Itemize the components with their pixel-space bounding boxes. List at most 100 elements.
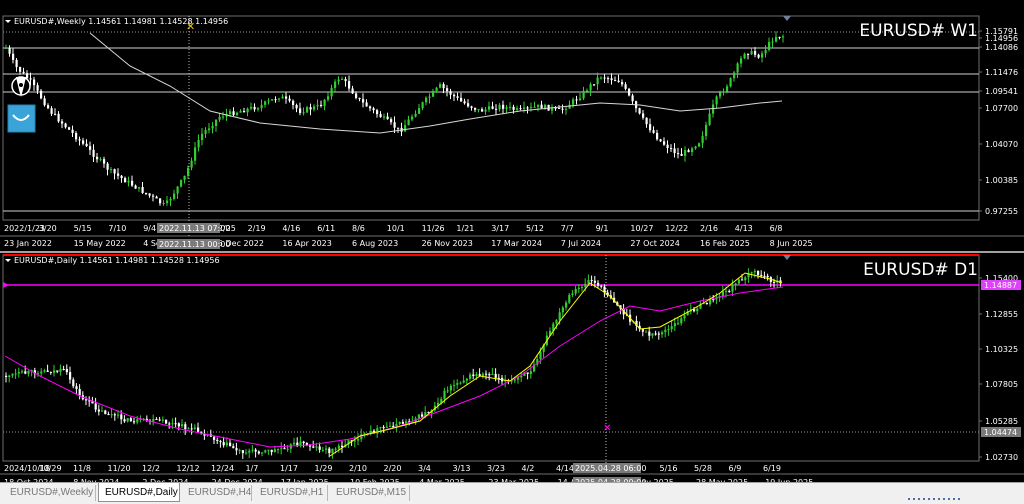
candle-body bbox=[561, 108, 564, 110]
candle-body bbox=[593, 280, 596, 283]
daily-chart-window[interactable]: ✕ EURUSD#,Daily 1.14561 1.14981 1.14528 … bbox=[0, 253, 1024, 493]
candle-body bbox=[323, 99, 326, 106]
candle-body bbox=[488, 374, 491, 376]
price-label: 1.05285 bbox=[985, 417, 1018, 426]
candle-body bbox=[254, 449, 257, 452]
candle-body bbox=[526, 372, 529, 374]
candle-body bbox=[760, 274, 763, 276]
time-tick-label: 4/2 bbox=[522, 464, 535, 473]
candle-body bbox=[754, 51, 757, 55]
price-label: 1.00385 bbox=[985, 176, 1018, 185]
candle-body bbox=[485, 373, 488, 375]
candle-body bbox=[645, 117, 648, 125]
candle-body bbox=[292, 100, 295, 105]
candle-body bbox=[750, 51, 753, 55]
candle-body bbox=[600, 77, 603, 79]
candle-body bbox=[664, 329, 667, 333]
candle-body bbox=[663, 141, 666, 145]
chart-workspace[interactable]: ✕ EURUSD#,Weekly 1.14561 1.14981 1.14528… bbox=[0, 0, 1024, 504]
candle-body bbox=[761, 53, 764, 58]
candle-body bbox=[459, 382, 462, 384]
tab-eurusd-h4[interactable]: EURUSD#,H4 bbox=[182, 485, 252, 501]
candle-body bbox=[53, 370, 56, 373]
candle-body bbox=[750, 272, 753, 274]
daily-header: EURUSD#,Daily 1.14561 1.14981 1.14528 1.… bbox=[14, 256, 220, 265]
time-tick-label: 5/16 bbox=[660, 464, 678, 473]
candle-body bbox=[57, 113, 60, 122]
candle-body bbox=[78, 389, 81, 396]
price-label: 1.14956 bbox=[985, 34, 1018, 43]
candle-body bbox=[652, 130, 655, 133]
candle-body bbox=[117, 173, 120, 176]
candle-body bbox=[369, 106, 372, 109]
candle-body bbox=[725, 290, 728, 292]
candle-body bbox=[475, 374, 478, 377]
candle-body bbox=[712, 299, 715, 301]
candle-body bbox=[173, 193, 176, 199]
candle-body bbox=[54, 113, 57, 115]
candle-body bbox=[110, 414, 113, 416]
crosshair-marker-icon: ✕ bbox=[603, 423, 611, 434]
candle-body bbox=[617, 80, 620, 83]
svg-text:1.04474: 1.04474 bbox=[984, 428, 1017, 437]
candle-body bbox=[216, 439, 219, 441]
window-splitter[interactable] bbox=[0, 251, 1024, 253]
candle-body bbox=[753, 271, 756, 273]
candle-body bbox=[351, 88, 354, 94]
candle-body bbox=[15, 59, 18, 68]
tab-eurusd-h1[interactable]: EURUSD#,H1 bbox=[254, 485, 328, 501]
candle-body bbox=[85, 143, 88, 147]
candle-body bbox=[456, 383, 459, 385]
time-tick-label: 3/23 bbox=[487, 464, 505, 473]
candle-body bbox=[97, 409, 100, 412]
time-tick-label: 2/19 bbox=[248, 224, 266, 233]
candle-body bbox=[586, 90, 589, 92]
candle-body bbox=[719, 92, 722, 97]
candle-body bbox=[99, 159, 102, 161]
candle-body bbox=[29, 78, 32, 80]
time-tick-label: 5/28 bbox=[694, 464, 712, 473]
candle-body bbox=[731, 285, 734, 292]
candle-body bbox=[421, 414, 424, 417]
resize-grip-icon[interactable] bbox=[908, 498, 968, 502]
weekly-chart-window[interactable]: ✕ EURUSD#,Weekly 1.14561 1.14981 1.14528… bbox=[0, 11, 1024, 251]
candle-body bbox=[94, 403, 97, 410]
tab-eurusd-m15[interactable]: EURUSD#,M15 bbox=[330, 485, 410, 501]
tab-eurusd-daily[interactable]: EURUSD#,Daily bbox=[98, 483, 180, 502]
candle-body bbox=[64, 123, 67, 128]
candle-body bbox=[155, 196, 158, 199]
candle-body bbox=[673, 148, 676, 154]
candle-body bbox=[264, 450, 267, 453]
candle-body bbox=[467, 103, 470, 107]
candle-body bbox=[138, 187, 141, 189]
candle-body bbox=[526, 107, 529, 109]
chart-tab-bar: EURUSD#,Weekly EURUSD#,Daily EURUSD#,H4 … bbox=[0, 482, 1024, 504]
candle-body bbox=[705, 303, 708, 305]
time-tick-label: 2/10 bbox=[349, 464, 367, 473]
smile-icon[interactable] bbox=[7, 104, 36, 133]
candle-body bbox=[705, 124, 708, 137]
candle-body bbox=[565, 108, 568, 110]
candle-body bbox=[176, 186, 179, 194]
candle-body bbox=[645, 331, 648, 333]
candle-body bbox=[737, 279, 740, 284]
candle-body bbox=[379, 114, 382, 118]
candle-body bbox=[120, 414, 123, 420]
candle-body bbox=[141, 187, 144, 193]
candle-body bbox=[318, 446, 321, 450]
time-tick-label: 5/15 bbox=[74, 224, 92, 233]
candle-body bbox=[190, 428, 193, 430]
candle-body bbox=[667, 329, 670, 331]
candle-body bbox=[642, 113, 645, 118]
candle-body bbox=[148, 193, 151, 196]
candle-body bbox=[362, 99, 365, 103]
date-label: 17 Mar 2024 bbox=[491, 239, 542, 248]
daily-current-price-tag: 1.14887 bbox=[981, 280, 1021, 290]
tab-eurusd-weekly[interactable]: EURUSD#,Weekly bbox=[4, 485, 96, 501]
candle-body bbox=[236, 112, 239, 116]
candle-body bbox=[523, 107, 526, 109]
candle-body bbox=[571, 293, 574, 295]
time-tick-label: 7/10 bbox=[108, 224, 126, 233]
candle-body bbox=[136, 419, 139, 423]
candle-body bbox=[529, 371, 532, 374]
